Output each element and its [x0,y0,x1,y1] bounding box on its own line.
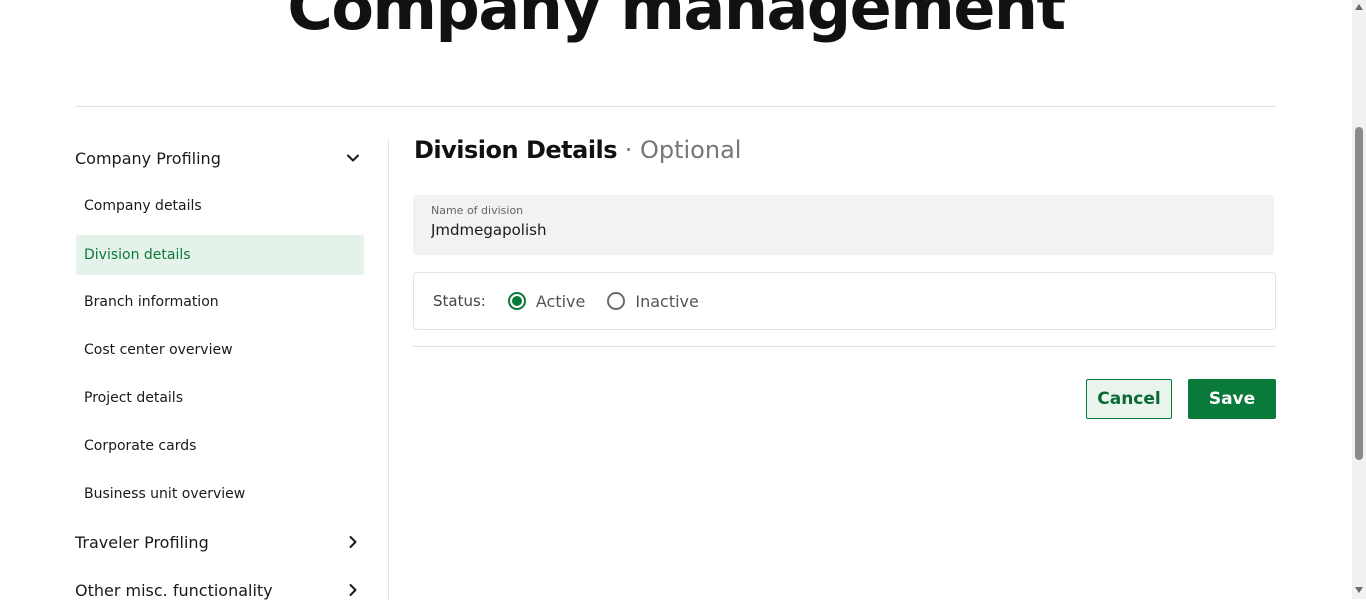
section-heading: Division Details · Optional [414,136,741,164]
sidebar-item-label: Corporate cards [84,438,197,454]
scrollbar-thumb[interactable] [1355,127,1363,460]
sidebar-section-label: Traveler Profiling [75,532,209,552]
status-label: Status: [433,292,486,310]
sidebar-item-branch-information[interactable]: Branch information [76,282,364,322]
chevron-right-icon [341,578,365,602]
sidebar-section-other-misc-functionality[interactable]: Other misc. functionality [75,572,365,608]
sidebar-item-corporate-cards[interactable]: Corporate cards [76,426,364,466]
sidebar-item-label: Division details [84,247,191,263]
page-title: Company management [287,0,1066,44]
chevron-down-icon [341,146,365,170]
sidebar-section-label: Other misc. functionality [75,580,273,600]
sidebar-item-label: Project details [84,390,183,406]
division-name-label: Name of division [431,204,524,217]
header-divider [75,106,1276,107]
sidebar-item-label: Company details [84,198,202,214]
sidebar-item-company-details[interactable]: Company details [76,186,364,226]
radio-checked-icon[interactable] [507,292,526,310]
page-scrollbar[interactable] [1352,0,1366,599]
sidebar-item-label: Cost center overview [84,342,233,358]
section-heading-title: Division Details [414,136,618,164]
status-radio-inactive-label: Inactive [635,291,699,311]
section-heading-suffix: · Optional [624,136,742,164]
sidebar-item-label: Business unit overview [84,486,246,502]
division-name-field[interactable]: Name of division [413,195,1274,255]
scroll-up-icon[interactable] [1355,3,1363,11]
sidebar-section-company-profiling[interactable]: Company Profiling [75,140,365,176]
scroll-down-icon[interactable] [1355,586,1363,594]
sidebar-item-business-unit-overview[interactable]: Business unit overview [76,474,364,514]
sidebar-item-division-details[interactable]: Division details [76,235,364,275]
save-button[interactable]: Save [1188,379,1276,419]
status-radio-inactive[interactable]: Inactive [607,292,699,311]
sidebar-item-cost-center-overview[interactable]: Cost center overview [76,330,364,370]
status-radio-active[interactable]: Active [507,291,586,311]
radio-unchecked-icon[interactable] [607,292,626,310]
sidebar-section-traveler-profiling[interactable]: Traveler Profiling [75,524,365,560]
form-divider [413,346,1276,347]
sidebar-item-project-details[interactable]: Project details [76,378,364,418]
status-radio-active-label: Active [535,291,586,311]
sidebar-divider [388,140,389,599]
chevron-right-icon [341,530,365,554]
status-group: Status: Active Inactive [413,272,1276,330]
sidebar-item-label: Branch information [84,294,219,310]
sidebar-section-label: Company Profiling [75,148,221,168]
cancel-button[interactable]: Cancel [1086,379,1172,419]
division-name-input[interactable] [431,221,1251,239]
